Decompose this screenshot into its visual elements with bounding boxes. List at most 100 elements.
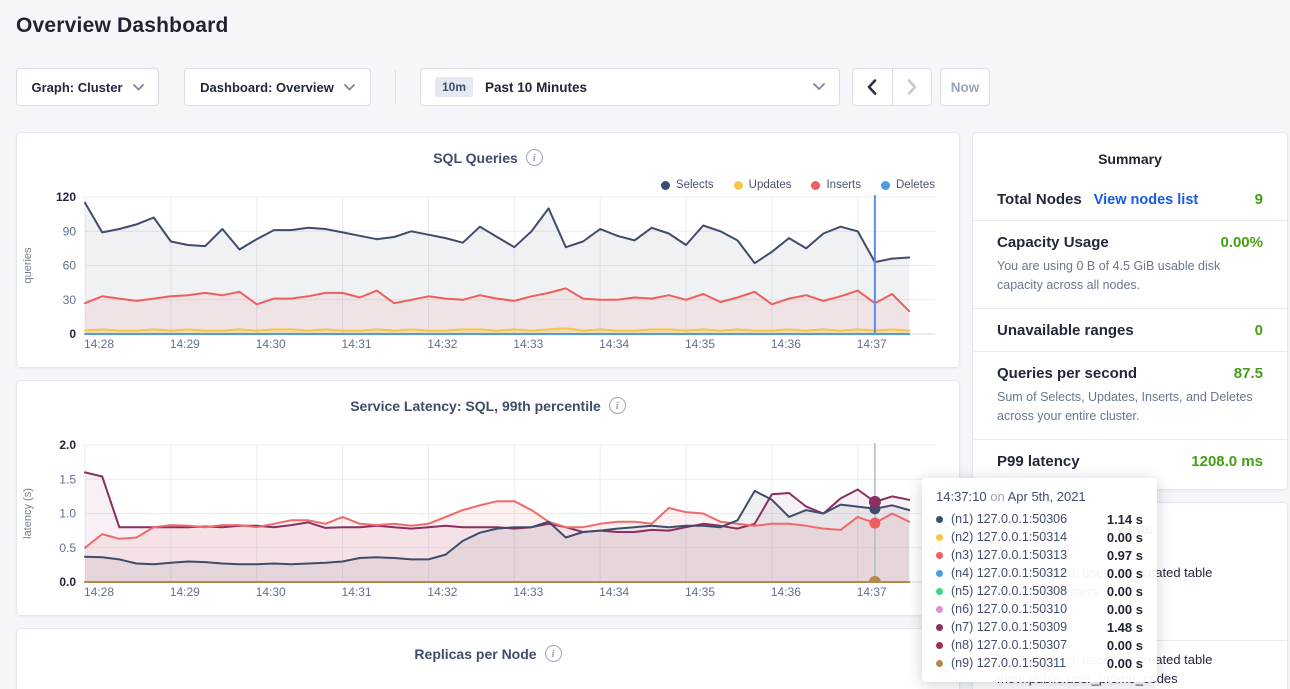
chevron-down-icon bbox=[344, 84, 355, 91]
tooltip-rows: (n1) 127.0.0.1:503061.14 s(n2) 127.0.0.1… bbox=[936, 510, 1143, 672]
service-latency-card: Service Latency: SQL, 99th percentile i … bbox=[16, 380, 960, 616]
service-latency-chart[interactable]: 14:2814:2914:3014:3114:3214:3314:3414:35… bbox=[17, 437, 961, 615]
stat-value: 9 bbox=[1255, 191, 1263, 208]
svg-text:14:36: 14:36 bbox=[771, 337, 801, 351]
svg-text:2.0: 2.0 bbox=[59, 438, 76, 452]
svg-text:14:34: 14:34 bbox=[599, 585, 629, 599]
node-address: (n8) 127.0.0.1:50307 bbox=[951, 638, 1107, 652]
svg-text:30: 30 bbox=[63, 293, 77, 307]
stat-value: 0 bbox=[1255, 322, 1263, 339]
node-latency-value: 0.97 s bbox=[1107, 548, 1143, 563]
node-color-dot bbox=[936, 588, 943, 595]
node-color-dot bbox=[936, 570, 943, 577]
stat-p99-latency: P99 latency 1208.0 ms bbox=[973, 439, 1287, 482]
graph-dropdown[interactable]: Graph: Cluster bbox=[16, 68, 159, 106]
page-title: Overview Dashboard bbox=[16, 14, 229, 38]
stat-value: 1208.0 ms bbox=[1191, 453, 1263, 470]
svg-text:latency (s): latency (s) bbox=[22, 488, 34, 539]
node-latency-value: 1.48 s bbox=[1107, 620, 1143, 635]
service-latency-title: Service Latency: SQL, 99th percentile i bbox=[17, 381, 959, 414]
replicas-per-node-title: Replicas per Node i bbox=[17, 629, 959, 662]
svg-text:14:35: 14:35 bbox=[685, 585, 715, 599]
node-address: (n4) 127.0.0.1:50312 bbox=[951, 566, 1107, 580]
tooltip-date: Apr 5th, 2021 bbox=[1008, 489, 1086, 504]
tooltip-row: (n6) 127.0.0.1:503100.00 s bbox=[936, 600, 1143, 618]
now-button[interactable]: Now bbox=[940, 68, 990, 106]
svg-text:120: 120 bbox=[56, 190, 76, 204]
node-address: (n5) 127.0.0.1:50308 bbox=[951, 584, 1107, 598]
stat-label: Capacity Usage bbox=[997, 234, 1109, 251]
svg-text:14:30: 14:30 bbox=[256, 585, 286, 599]
node-latency-value: 0.00 s bbox=[1107, 656, 1143, 671]
svg-text:14:33: 14:33 bbox=[513, 337, 543, 351]
node-color-dot bbox=[936, 624, 943, 631]
svg-text:0.0: 0.0 bbox=[59, 575, 76, 589]
view-nodes-list-link[interactable]: View nodes list bbox=[1094, 192, 1199, 208]
stat-queries-per-second: Queries per second 87.5 Sum of Selects, … bbox=[973, 351, 1287, 439]
graph-dropdown-label: Graph: Cluster bbox=[31, 80, 122, 95]
info-icon[interactable]: i bbox=[609, 397, 626, 414]
tooltip-row: (n7) 127.0.0.1:503091.48 s bbox=[936, 618, 1143, 636]
sql-queries-card: SQL Queries i SelectsUpdatesInsertsDelet… bbox=[16, 132, 960, 368]
info-icon[interactable]: i bbox=[545, 645, 562, 662]
svg-text:0.5: 0.5 bbox=[59, 541, 76, 555]
svg-text:14:31: 14:31 bbox=[342, 337, 372, 351]
node-color-dot bbox=[936, 552, 943, 559]
svg-text:14:31: 14:31 bbox=[342, 585, 372, 599]
dashboard-dropdown-label: Dashboard: Overview bbox=[200, 80, 334, 95]
node-color-dot bbox=[936, 516, 943, 523]
tooltip-row: (n2) 127.0.0.1:503140.00 s bbox=[936, 528, 1143, 546]
svg-text:14:28: 14:28 bbox=[84, 337, 114, 351]
svg-text:14:32: 14:32 bbox=[427, 337, 457, 351]
svg-text:14:35: 14:35 bbox=[685, 337, 715, 351]
svg-text:90: 90 bbox=[63, 224, 77, 238]
stat-description: Sum of Selects, Updates, Inserts, and De… bbox=[997, 388, 1263, 427]
svg-text:0: 0 bbox=[69, 327, 76, 341]
dashboard-dropdown[interactable]: Dashboard: Overview bbox=[184, 68, 371, 106]
summary-panel: Summary Total Nodes View nodes list 9 Ca… bbox=[972, 132, 1288, 490]
node-latency-value: 0.00 s bbox=[1107, 566, 1143, 581]
node-color-dot bbox=[936, 534, 943, 541]
tooltip-row: (n4) 127.0.0.1:503120.00 s bbox=[936, 564, 1143, 582]
stat-label: Total Nodes bbox=[997, 191, 1082, 208]
stat-label: Unavailable ranges bbox=[997, 322, 1134, 339]
stat-unavailable-ranges: Unavailable ranges 0 bbox=[973, 308, 1287, 351]
replicas-per-node-card: Replicas per Node i bbox=[16, 628, 960, 689]
node-color-dot bbox=[936, 660, 943, 667]
time-range-badge: 10m bbox=[435, 77, 473, 97]
next-time-button[interactable] bbox=[892, 69, 931, 105]
node-address: (n6) 127.0.0.1:50310 bbox=[951, 602, 1107, 616]
chevron-left-icon bbox=[867, 79, 877, 95]
sql-queries-chart[interactable]: 14:2814:2914:3014:3114:3214:3314:3414:35… bbox=[17, 189, 961, 367]
info-icon[interactable]: i bbox=[526, 149, 543, 166]
summary-heading: Summary bbox=[973, 133, 1287, 178]
chart-title-text: SQL Queries bbox=[433, 150, 518, 166]
chart-title-text: Service Latency: SQL, 99th percentile bbox=[350, 398, 601, 414]
stat-description: You are using 0 B of 4.5 GiB usable disk… bbox=[997, 257, 1263, 296]
stat-capacity-usage: Capacity Usage 0.00% You are using 0 B o… bbox=[973, 220, 1287, 308]
svg-text:14:37: 14:37 bbox=[857, 337, 887, 351]
node-latency-value: 0.00 s bbox=[1107, 584, 1143, 599]
svg-text:14:29: 14:29 bbox=[170, 337, 200, 351]
tooltip-row: (n8) 127.0.0.1:503070.00 s bbox=[936, 636, 1143, 654]
svg-text:queries: queries bbox=[22, 247, 34, 284]
chevron-right-icon bbox=[907, 79, 917, 95]
sql-queries-title: SQL Queries i bbox=[17, 133, 959, 166]
svg-text:1.0: 1.0 bbox=[59, 507, 76, 521]
svg-text:1.5: 1.5 bbox=[59, 472, 76, 486]
tooltip-row: (n1) 127.0.0.1:503061.14 s bbox=[936, 510, 1143, 528]
time-range-label: Past 10 Minutes bbox=[485, 80, 801, 95]
prev-time-button[interactable] bbox=[853, 69, 892, 105]
time-range-picker[interactable]: 10m Past 10 Minutes bbox=[420, 68, 840, 106]
svg-text:60: 60 bbox=[63, 259, 77, 273]
overview-dashboard-page: Overview Dashboard Graph: Cluster Dashbo… bbox=[0, 0, 1290, 689]
node-latency-value: 0.00 s bbox=[1107, 638, 1143, 653]
chart-hover-tooltip: 14:37:10 on Apr 5th, 2021 (n1) 127.0.0.1… bbox=[922, 478, 1157, 682]
tooltip-row: (n9) 127.0.0.1:503110.00 s bbox=[936, 654, 1143, 672]
node-address: (n3) 127.0.0.1:50313 bbox=[951, 548, 1107, 562]
stat-total-nodes: Total Nodes View nodes list 9 bbox=[973, 178, 1287, 220]
tooltip-timestamp: 14:37:10 on Apr 5th, 2021 bbox=[936, 489, 1143, 504]
node-address: (n2) 127.0.0.1:50314 bbox=[951, 530, 1107, 544]
tooltip-time: 14:37:10 bbox=[936, 489, 987, 504]
svg-text:14:30: 14:30 bbox=[256, 337, 286, 351]
